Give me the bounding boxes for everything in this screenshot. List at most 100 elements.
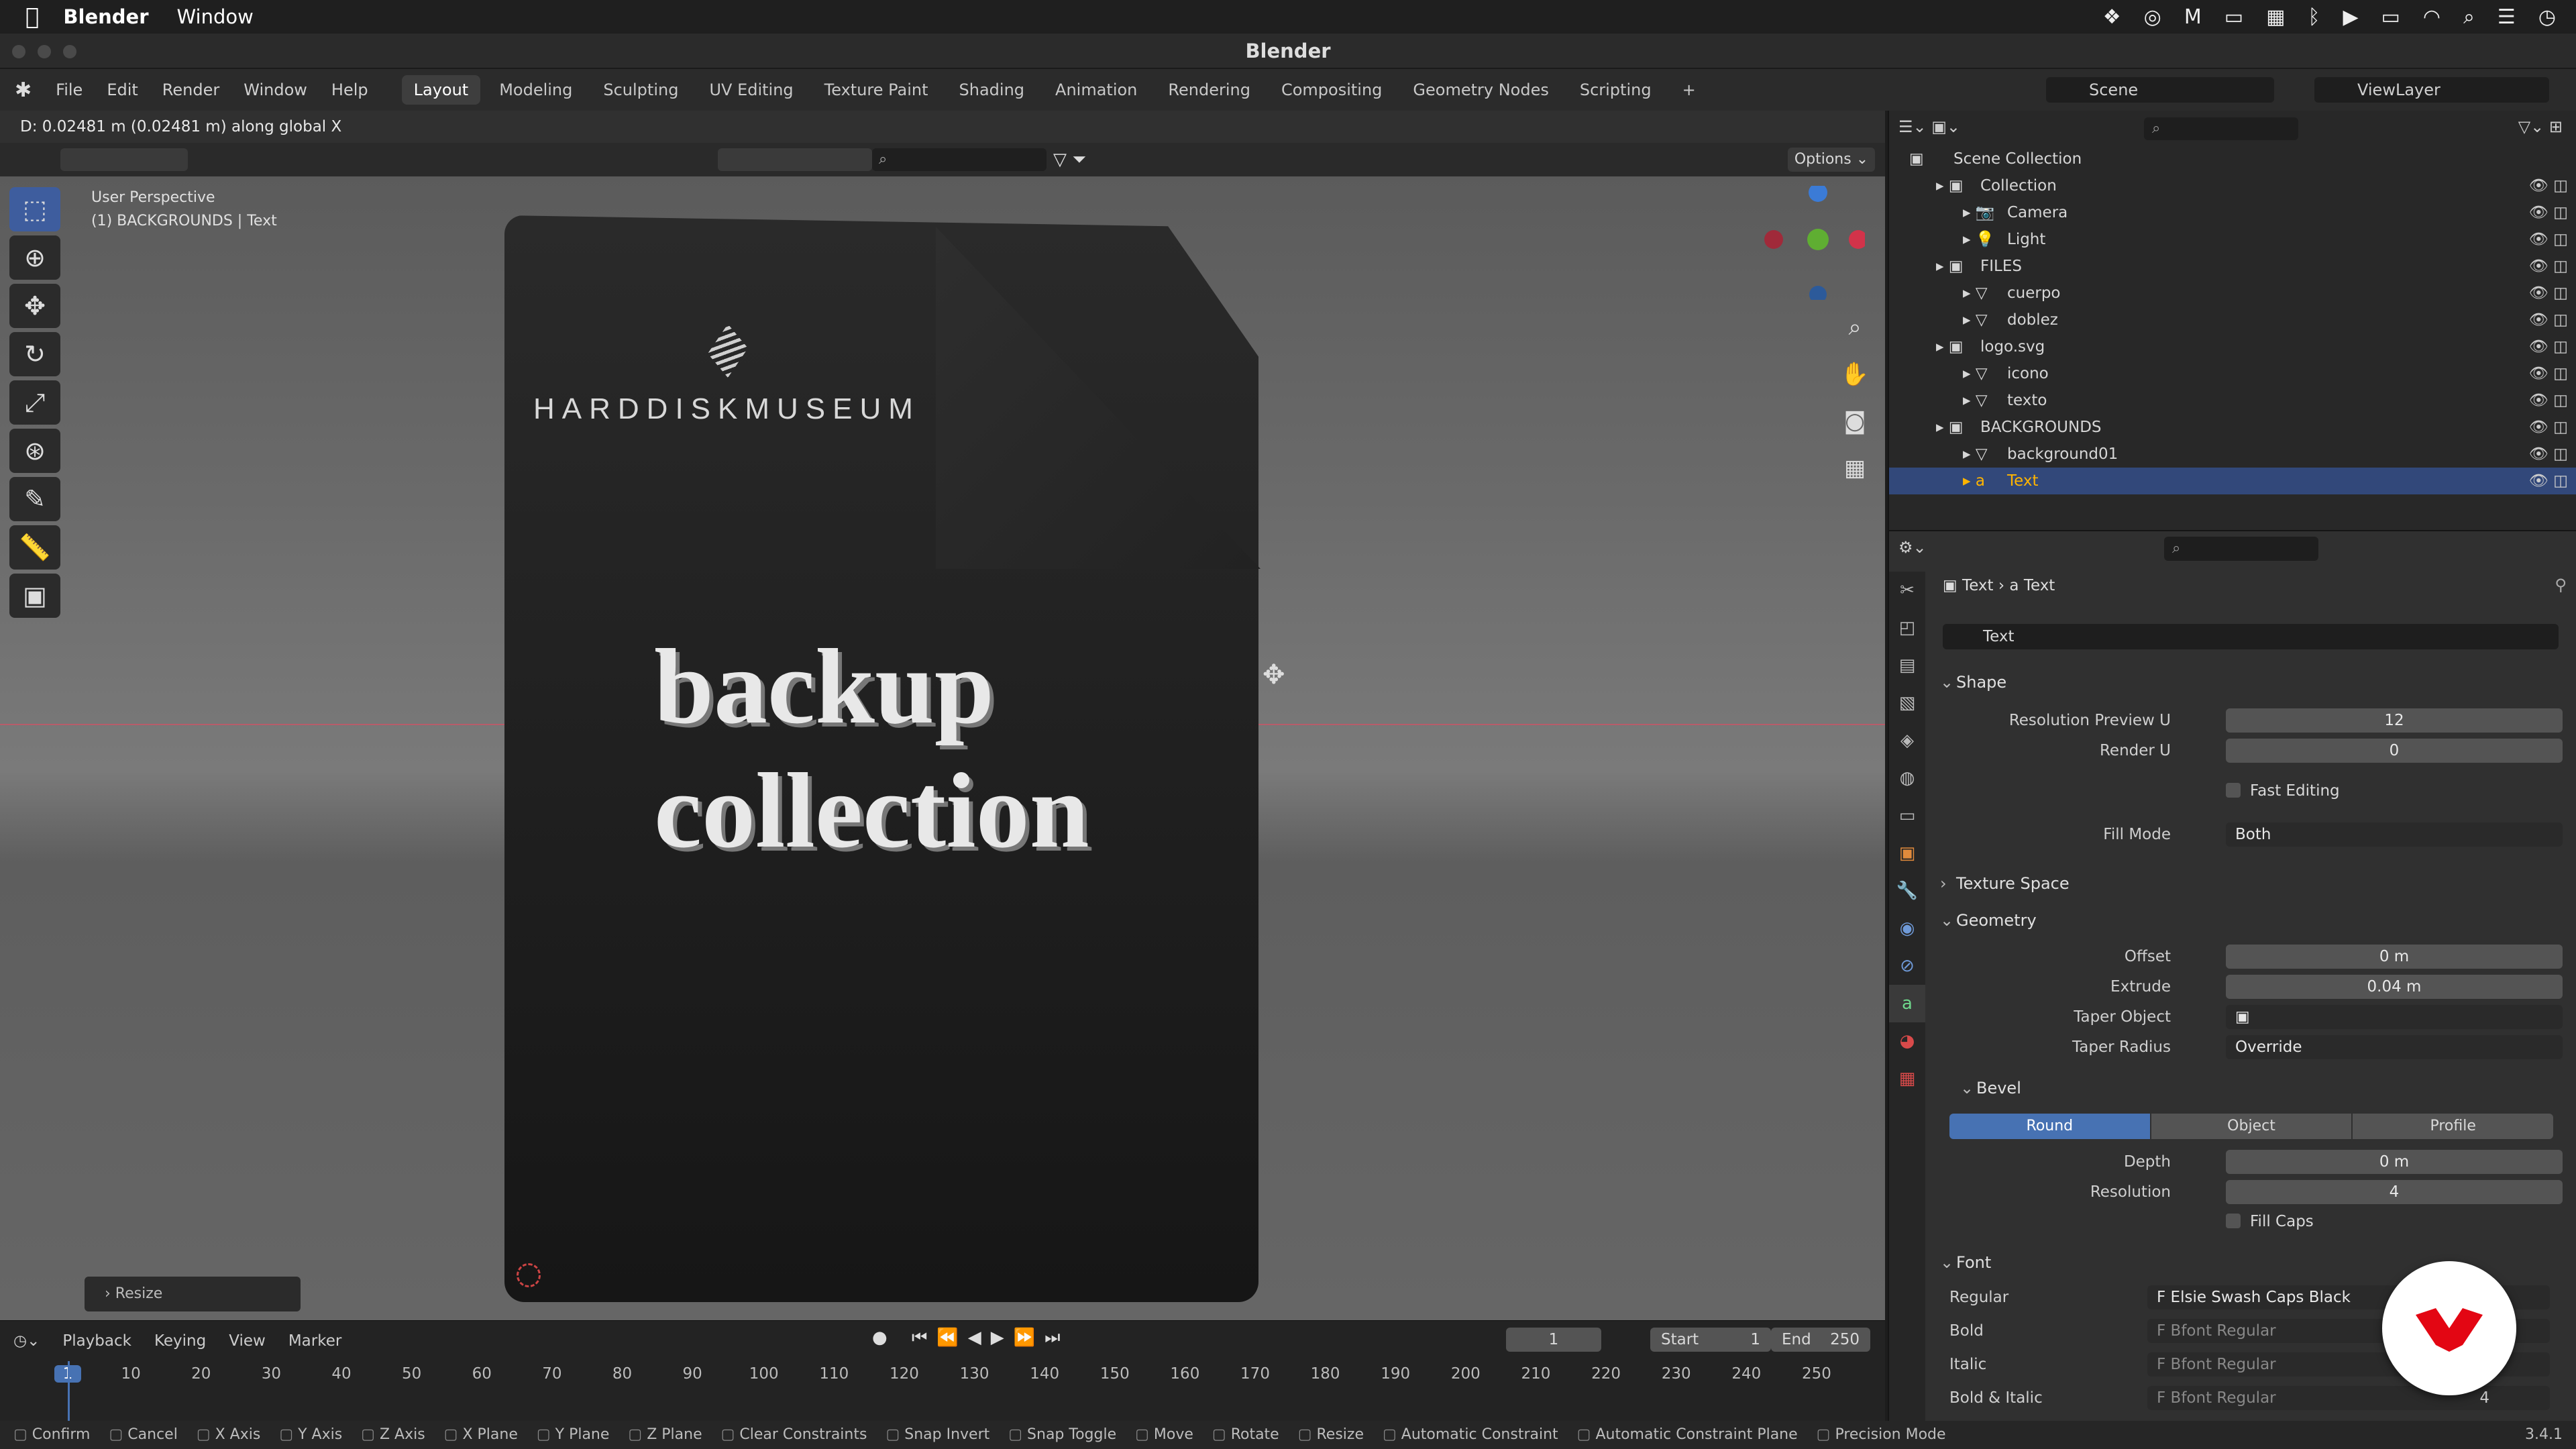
outliner-row-icon[interactable]: ▸ ▽ <box>1963 441 1988 468</box>
tab-compositing[interactable]: Compositing <box>1269 75 1394 105</box>
visibility-toggle-icon[interactable]: 👁 ◫ <box>2529 199 2568 226</box>
outliner-row-icon[interactable]: ▸ ▣ <box>1936 253 1964 280</box>
visibility-toggle-icon[interactable]: 👁 ◫ <box>2529 414 2568 441</box>
battery-icon[interactable]: ▭ <box>2381 5 2400 29</box>
playback-controls[interactable]: ● ⏮⏪◀▶⏩⏭ <box>872 1328 1070 1348</box>
outliner-search-input[interactable]: ⌕ <box>2144 117 2298 140</box>
viewlayer-selector[interactable]: ViewLayer <box>2314 77 2549 103</box>
close-window-button[interactable] <box>12 45 25 58</box>
render-u-field[interactable]: 0 <box>2226 739 2563 763</box>
material-tab-icon[interactable]: ◕ <box>1889 1022 1925 1060</box>
scale-tool-icon[interactable]: ⤢ <box>9 380 60 425</box>
x-axis-icon[interactable] <box>1849 230 1865 249</box>
outliner-row[interactable]: ▣ Scene Collection <box>1889 146 2576 172</box>
outliner-row-icon[interactable]: ▸ 📷 <box>1963 199 1995 226</box>
menu-file[interactable]: File <box>56 80 83 99</box>
apple-icon[interactable]:  <box>25 3 39 30</box>
properties-search-input[interactable]: ⌕ <box>2164 537 2318 561</box>
outliner-row[interactable]: ▸ ▽ icono 👁 ◫ <box>1889 360 2576 387</box>
bevel-profile-button[interactable]: Profile <box>2353 1114 2554 1139</box>
cursor-tool-icon[interactable]: ⊕ <box>9 235 60 280</box>
outliner-row[interactable]: ▸ ▣ BACKGROUNDS 👁 ◫ <box>1889 414 2576 441</box>
control-center-icon[interactable]: ☰ <box>2498 5 2516 29</box>
z-axis-icon[interactable] <box>1809 186 1827 202</box>
outliner-row[interactable]: ▸ ▽ cuerpo 👁 ◫ <box>1889 280 2576 307</box>
current-frame-field[interactable]: 1 <box>1506 1328 1601 1352</box>
outliner-row-icon[interactable]: ▸ ▽ <box>1963 387 1988 414</box>
physics-tab-icon[interactable]: ◉ <box>1889 910 1925 947</box>
view-layer-tab-icon[interactable]: ▧ <box>1889 684 1925 722</box>
constraint-tab-icon[interactable]: ⊘ <box>1889 947 1925 985</box>
y-axis-icon[interactable] <box>1807 229 1829 250</box>
fill-mode-select[interactable]: Both <box>2226 822 2563 847</box>
add-workspace-button[interactable]: + <box>1670 75 1708 105</box>
menu-render[interactable]: Render <box>162 80 219 99</box>
visibility-toggle-icon[interactable]: 👁 ◫ <box>2529 307 2568 333</box>
ortho-grid-icon[interactable]: ▦ <box>1838 445 1872 492</box>
play-icon[interactable]: ▶ <box>2343 5 2358 29</box>
outliner-row[interactable]: ▸ ▽ texto 👁 ◫ <box>1889 387 2576 414</box>
zoom-icon[interactable]: ⌕ <box>1838 304 1872 351</box>
tab-uv-editing[interactable]: UV Editing <box>697 75 805 105</box>
filter-icon[interactable]: ▽ ⏷ <box>1053 148 1140 171</box>
scene-tab-icon[interactable]: ◈ <box>1889 722 1925 759</box>
neg-z-axis-icon[interactable] <box>1809 286 1827 300</box>
dropbox-icon[interactable]: ❖ <box>2103 5 2121 29</box>
output-tab-icon[interactable]: ▤ <box>1889 647 1925 684</box>
measure-tool-icon[interactable]: 📏 <box>9 525 60 570</box>
visibility-toggle-icon[interactable]: 👁 ◫ <box>2529 280 2568 307</box>
text-line-1[interactable]: backup <box>654 633 994 740</box>
window-menu[interactable]: Window <box>177 5 254 28</box>
modifier-tab-icon[interactable]: 🔧 <box>1889 872 1925 910</box>
view-menu[interactable]: View <box>229 1328 266 1354</box>
tab-sculpting[interactable]: Sculpting <box>591 75 690 105</box>
texture-space-panel-header[interactable]: › Texture Space <box>1929 867 2573 900</box>
keying-menu[interactable]: Keying <box>154 1328 206 1354</box>
bevel-round-button[interactable]: Round <box>1949 1114 2150 1139</box>
outliner-row[interactable]: ▸ ▣ Collection 👁 ◫ <box>1889 172 2576 199</box>
outliner-row[interactable]: ▸ ▽ background01 👁 ◫ <box>1889 441 2576 468</box>
marker-menu[interactable]: Marker <box>288 1328 342 1354</box>
neg-x-axis-icon[interactable] <box>1764 230 1783 249</box>
minimize-window-button[interactable] <box>38 45 51 58</box>
grid-icon[interactable]: ▦ <box>2266 5 2285 29</box>
outliner-row-icon[interactable]: ▸ ▣ <box>1936 172 1964 199</box>
tab-layout[interactable]: Layout <box>401 75 481 105</box>
offset-field[interactable]: 0 m <box>2226 945 2563 969</box>
bevel-panel-header[interactable]: ⌄ Bevel <box>1929 1071 2573 1105</box>
render-tab-icon[interactable]: ◰ <box>1889 609 1925 647</box>
visibility-toggle-icon[interactable]: 👁 ◫ <box>2529 172 2568 199</box>
outliner-row-icon[interactable]: ▸ a <box>1963 468 1985 494</box>
texture-tab-icon[interactable]: ▦ <box>1889 1060 1925 1097</box>
geometry-panel-header[interactable]: ⌄ Geometry <box>1929 904 2573 937</box>
viewport-search-input[interactable]: ⌕ <box>872 148 1046 171</box>
floating-badge[interactable] <box>2382 1261 2516 1395</box>
outliner-row[interactable]: ▸ 💡 Light 👁 ◫ <box>1889 226 2576 253</box>
shading-buttons[interactable] <box>718 148 872 171</box>
options-button[interactable]: Options ⌄ <box>1788 148 1875 172</box>
timeline-editor-icon[interactable]: ◷⌄ <box>13 1328 40 1354</box>
outliner-row-icon[interactable]: ▸ ▣ <box>1936 333 1964 360</box>
depth-field[interactable]: 0 m <box>2226 1150 2563 1174</box>
bluetooth-icon[interactable]: ᛒ <box>2308 5 2320 29</box>
menu-edit[interactable]: Edit <box>107 80 138 99</box>
visibility-toggle-icon[interactable]: 👁 ◫ <box>2529 387 2568 414</box>
menu-window[interactable]: Window <box>244 80 307 99</box>
rotate-tool-icon[interactable]: ↻ <box>9 332 60 376</box>
visibility-toggle-icon[interactable]: 👁 ◫ <box>2529 226 2568 253</box>
taper-radius-select[interactable]: Override <box>2226 1035 2563 1059</box>
select-box-tool-icon[interactable]: ⬚ <box>9 187 60 231</box>
bevel-resolution-field[interactable]: 4 <box>2226 1180 2563 1204</box>
pin-icon[interactable]: ⚲ <box>1891 576 2567 594</box>
extrude-field[interactable]: 0.04 m <box>2226 975 2563 999</box>
datablock-field[interactable]: Text <box>1943 624 2559 649</box>
blender-logo-icon[interactable]: ✱ <box>15 78 32 102</box>
tab-modeling[interactable]: Modeling <box>487 75 584 105</box>
annotate-tool-icon[interactable]: ✎ <box>9 477 60 521</box>
add-cube-tool-icon[interactable]: ▣ <box>9 574 60 618</box>
text-line-2[interactable]: collection <box>654 757 1089 864</box>
properties-editor-icon[interactable]: ⚙⌄ <box>1898 538 1927 557</box>
outliner-row-icon[interactable]: ▸ ▽ <box>1963 307 1988 333</box>
outliner-row-icon[interactable]: ▸ ▽ <box>1963 280 1988 307</box>
shape-panel-header[interactable]: ⌄ Shape <box>1929 665 2573 699</box>
